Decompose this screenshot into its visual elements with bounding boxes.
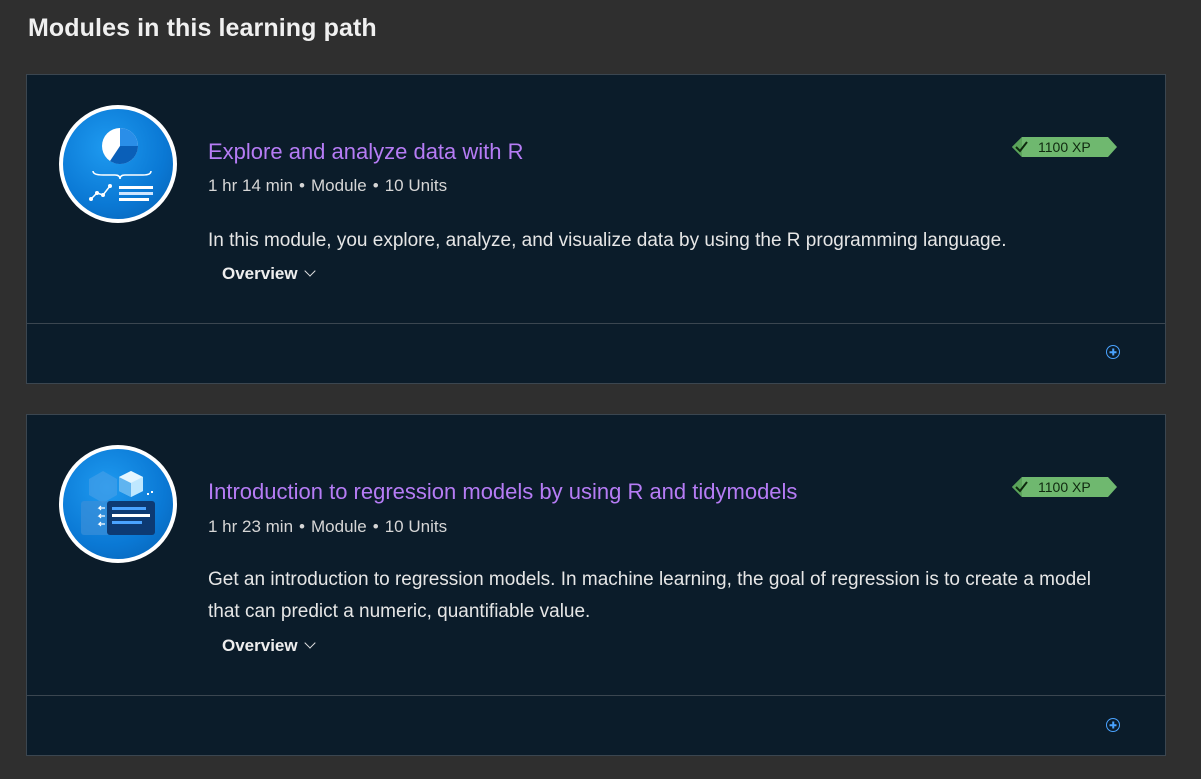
section-title: Modules in this learning path	[28, 14, 377, 42]
meta-separator: •	[299, 517, 305, 536]
data-analysis-icon	[59, 105, 177, 223]
module-title-link[interactable]: Introduction to regression models by usi…	[208, 479, 797, 505]
module-type: Module	[311, 517, 367, 536]
module-card: Introduction to regression models by usi…	[26, 414, 1166, 756]
module-title-link[interactable]: Explore and analyze data with R	[208, 139, 524, 165]
learning-path-modules-page: Modules in this learning path Explore an…	[0, 0, 1201, 779]
overview-label: Overview	[222, 264, 298, 283]
card-divider	[27, 695, 1165, 696]
module-units: 10 Units	[384, 176, 448, 195]
module-type: Module	[311, 176, 367, 195]
module-card: Explore and analyze data with R 1 hr 14 …	[26, 74, 1166, 384]
chevron-down-icon	[303, 265, 316, 277]
module-duration: 1 hr 14 min	[208, 176, 294, 195]
meta-separator: •	[299, 176, 305, 195]
add-to-collection-button[interactable]	[1106, 345, 1120, 359]
xp-value: 1100 XP	[1038, 139, 1091, 155]
overview-toggle[interactable]: Overview	[222, 264, 316, 284]
module-description: In this module, you explore, analyze, an…	[208, 230, 1007, 251]
xp-badge: 1100 XP	[1012, 137, 1117, 157]
meta-separator: •	[372, 176, 379, 195]
overview-label: Overview	[222, 636, 298, 655]
regression-model-icon	[59, 445, 177, 563]
meta-separator: •	[372, 517, 379, 536]
module-description: Get an introduction to regression models…	[208, 569, 1091, 622]
module-meta: 1 hr 23 min • Module • 10 Units	[208, 517, 447, 537]
module-meta: 1 hr 14 min • Module • 10 Units	[208, 176, 447, 196]
overview-toggle[interactable]: Overview	[222, 636, 316, 656]
chevron-down-icon	[303, 637, 316, 649]
card-divider	[27, 323, 1165, 324]
add-to-collection-button[interactable]	[1106, 718, 1120, 732]
xp-value: 1100 XP	[1038, 479, 1091, 495]
xp-badge: 1100 XP	[1012, 477, 1117, 497]
module-duration: 1 hr 23 min	[208, 517, 294, 536]
module-units: 10 Units	[384, 517, 448, 536]
